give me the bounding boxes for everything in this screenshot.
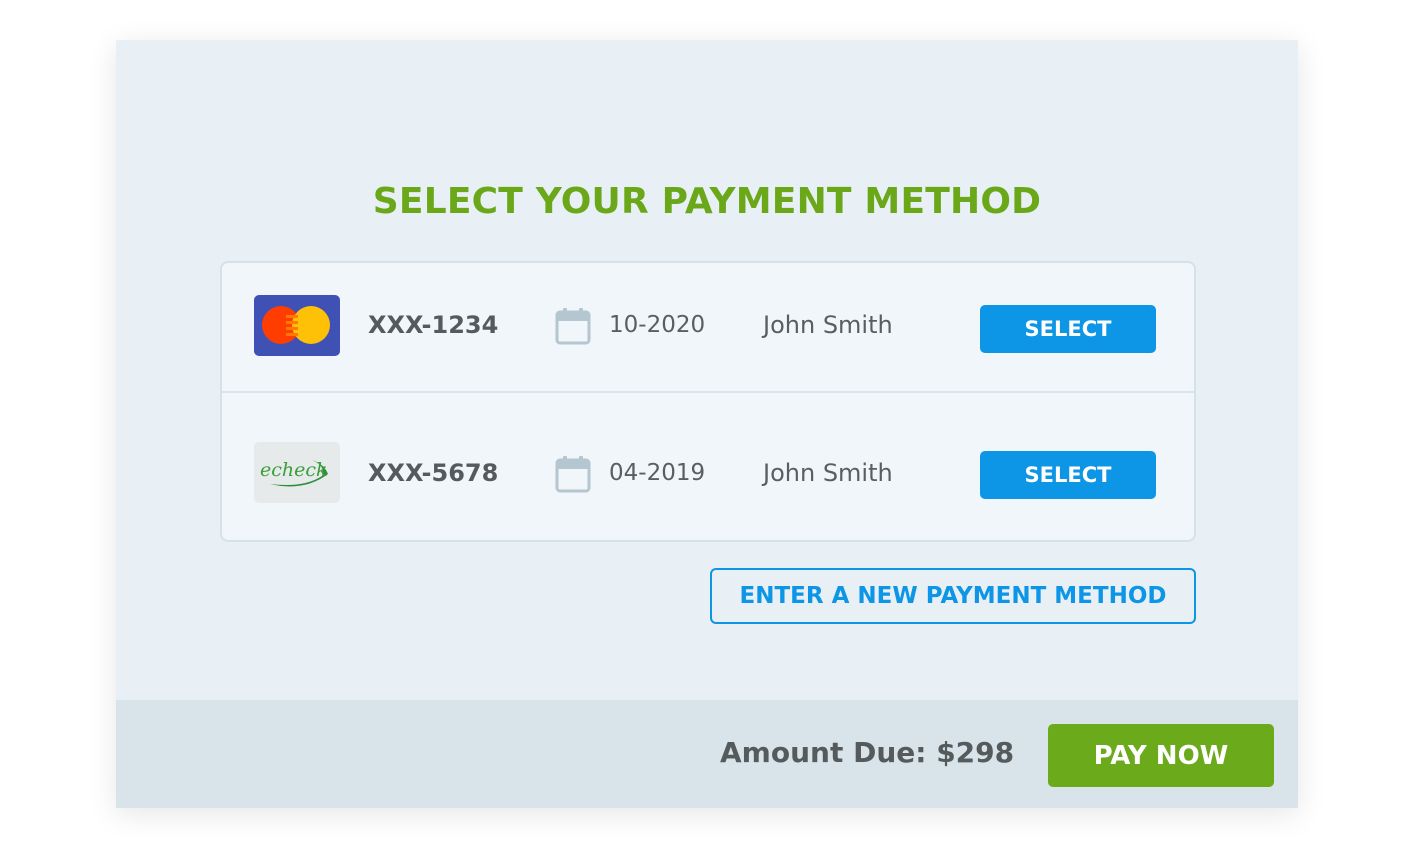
expiry-date: 10-2020 [609,312,706,338]
cardholder-name: John Smith [763,311,893,339]
payment-panel: SELECT YOUR PAYMENT METHOD XXX-1234 10-2… [116,40,1298,808]
account-number: XXX-5678 [368,459,499,487]
payment-methods-list: XXX-1234 10-2020 John Smith SELECT echec… [220,261,1196,542]
calendar-icon [555,308,591,345]
echeck-logo: echeck [254,442,340,503]
mastercard-logo [254,295,340,356]
payment-method-row: echeck XXX-5678 04-2019 John Smith SELEC… [222,393,1194,540]
calendar-icon [555,456,591,493]
account-number: XXX-1234 [368,311,499,339]
amount-due: Amount Due: $298 [720,736,1015,769]
pay-now-button[interactable]: PAY NOW [1048,724,1274,787]
payment-method-row: XXX-1234 10-2020 John Smith SELECT [222,263,1194,393]
footer-bar: Amount Due: $298 PAY NOW [116,700,1298,808]
select-button[interactable]: SELECT [980,305,1156,353]
account-holder-name: John Smith [763,459,893,487]
select-button[interactable]: SELECT [980,451,1156,499]
page-title: SELECT YOUR PAYMENT METHOD [372,181,1042,222]
expiry-date: 04-2019 [609,460,706,486]
new-payment-method-button[interactable]: ENTER A NEW PAYMENT METHOD [710,568,1196,624]
